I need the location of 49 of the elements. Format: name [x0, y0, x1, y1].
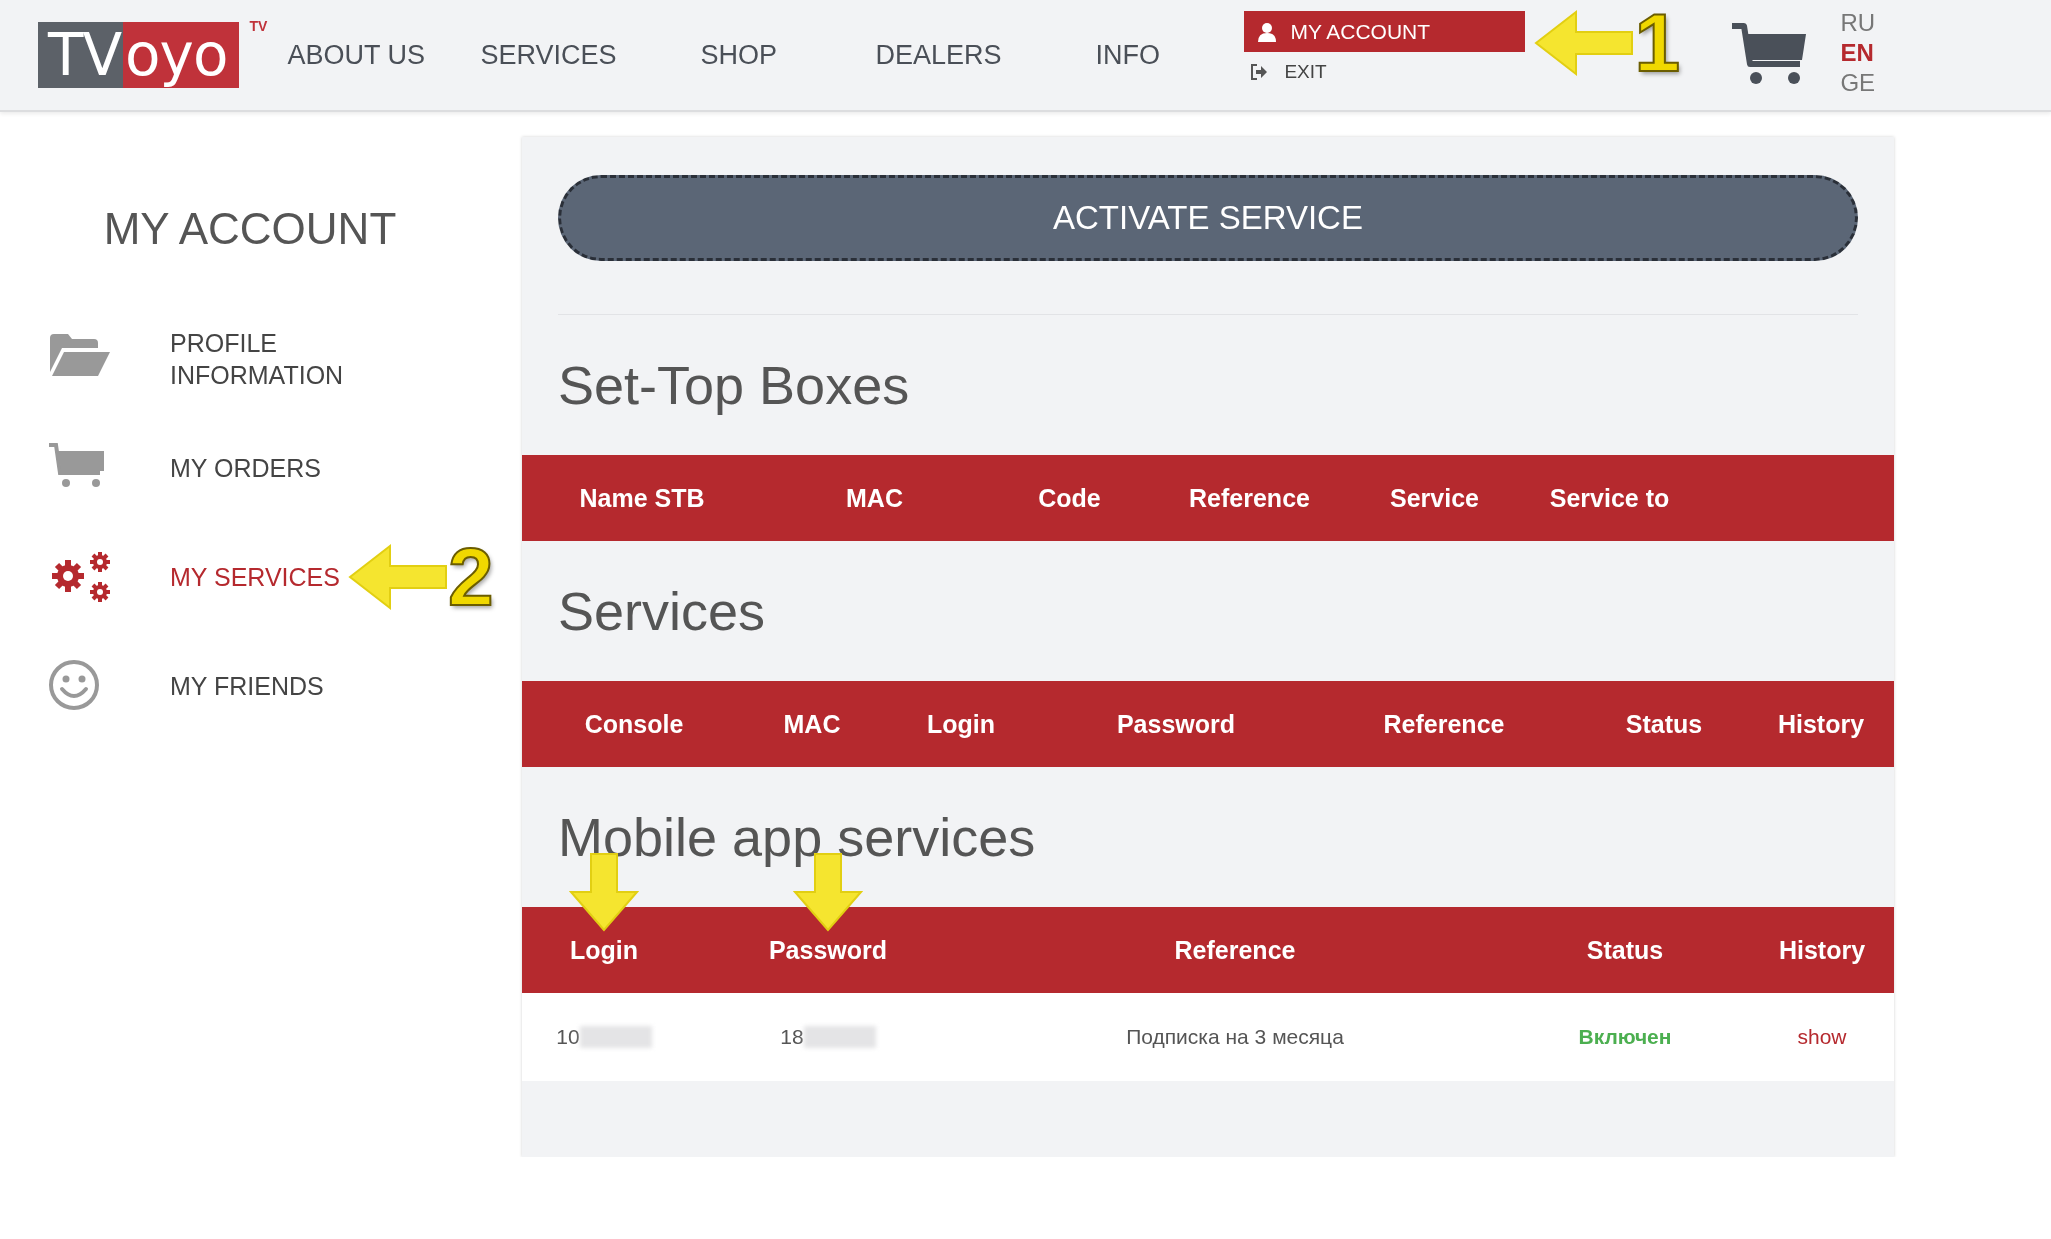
nav-link[interactable]: DEALERS	[875, 39, 1096, 71]
column-header: Login	[927, 709, 995, 739]
sidebar-item[interactable]: PROFILE INFORMATION	[170, 326, 370, 391]
sidebar-item[interactable]: MY SERVICES	[170, 560, 340, 593]
column-header: Login	[570, 935, 638, 965]
activate-service-button[interactable]: ACTIVATE SERVICE	[558, 175, 1858, 261]
sidebar-item[interactable]: MY ORDERS	[170, 451, 321, 484]
language-link[interactable]: RU	[1840, 8, 1876, 38]
column-header: MAC	[783, 709, 841, 739]
language-link[interactable]: EN	[1840, 38, 1876, 68]
section-title: Services	[557, 580, 767, 643]
column-header: Reference	[1174, 935, 1296, 965]
callout-arrow-icon	[1534, 8, 1635, 78]
column-header: Reference	[1383, 709, 1505, 739]
sidebar-item[interactable]: MY FRIENDS	[170, 669, 324, 702]
user-icon	[1258, 21, 1277, 42]
column-header: History	[1777, 709, 1865, 739]
table-cell: 10	[556, 1025, 580, 1049]
column-header: Status	[1625, 709, 1703, 739]
column-header: Password	[1116, 709, 1236, 739]
column-header: Password	[768, 935, 888, 965]
column-header: Console	[584, 709, 684, 739]
logo-tv-label: TV	[249, 18, 269, 34]
callout-arrow-icon	[348, 541, 448, 612]
column-header: Code	[1038, 483, 1101, 513]
column-header: Status	[1586, 935, 1664, 965]
language-link[interactable]: GE	[1840, 68, 1876, 98]
sidebar-title: MY ACCOUNT	[102, 204, 398, 254]
column-header: Name STB	[579, 483, 705, 513]
column-header: MAC	[846, 483, 903, 513]
column-header: History	[1778, 935, 1866, 965]
callout-number: 1	[1634, 3, 1680, 83]
section-title: Set-Top Boxes	[557, 354, 911, 417]
table-cell: Подписка на 3 месяца	[1126, 1025, 1344, 1049]
nav-link[interactable]: ABOUT US	[287, 39, 481, 71]
column-header: Service	[1390, 483, 1479, 513]
column-header: Service to	[1549, 483, 1670, 513]
my-account-button[interactable]: MY ACCOUNT	[1244, 11, 1526, 52]
nav-link[interactable]: SHOP	[700, 39, 876, 71]
nav-link[interactable]: SERVICES	[480, 39, 701, 71]
exit-icon	[1250, 64, 1269, 80]
exit-link[interactable]: EXIT	[1250, 61, 1327, 83]
status-text: Включен	[1578, 1025, 1672, 1049]
column-header: Reference	[1189, 483, 1310, 513]
section-title: Mobile app services	[557, 806, 1037, 869]
table-cell: 18	[780, 1025, 804, 1049]
show-link[interactable]: show	[1797, 1025, 1847, 1049]
callout-number: 2	[448, 536, 494, 617]
nav-link[interactable]: INFO	[1095, 39, 1245, 71]
